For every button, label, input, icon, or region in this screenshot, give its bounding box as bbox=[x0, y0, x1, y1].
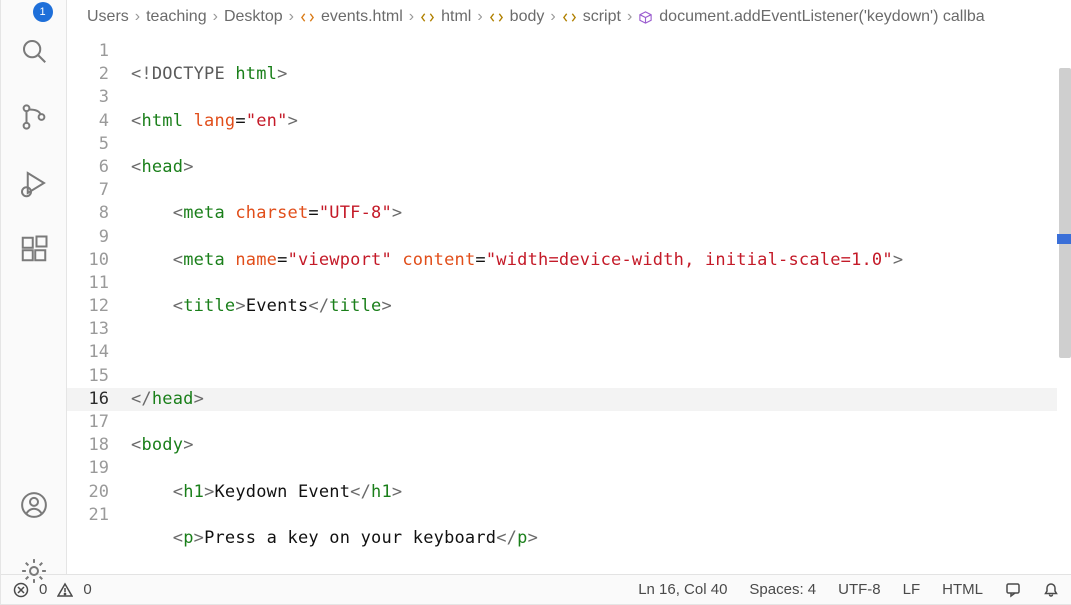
breadcrumb-seg[interactable]: html bbox=[441, 8, 471, 26]
status-eol[interactable]: LF bbox=[903, 581, 921, 598]
status-indentation[interactable]: Spaces: 4 bbox=[749, 581, 816, 598]
code-file-icon bbox=[300, 10, 315, 25]
breadcrumb-seg[interactable]: script bbox=[583, 8, 621, 26]
settings-gear-icon[interactable] bbox=[1, 538, 67, 604]
extensions-icon[interactable] bbox=[1, 216, 67, 282]
code-editor[interactable]: 123456789101112131415161718192021 <!DOCT… bbox=[67, 34, 1071, 574]
chevron-right-icon: › bbox=[550, 8, 555, 26]
chevron-right-icon: › bbox=[627, 8, 632, 26]
editor-main: Users › teaching › Desktop › events.html… bbox=[67, 0, 1071, 574]
status-language[interactable]: HTML bbox=[942, 581, 983, 598]
symbol-icon bbox=[420, 10, 435, 25]
chevron-right-icon: › bbox=[135, 8, 140, 26]
line-number-gutter: 123456789101112131415161718192021 bbox=[67, 34, 131, 574]
status-bar: 0 0 Ln 16, Col 40 Spaces: 4 UTF-8 LF HTM… bbox=[1, 574, 1071, 604]
chevron-right-icon: › bbox=[289, 8, 294, 26]
breadcrumb-seg[interactable]: body bbox=[510, 8, 545, 26]
status-warnings[interactable]: 0 bbox=[83, 581, 91, 598]
symbol-icon bbox=[489, 10, 504, 25]
status-encoding[interactable]: UTF-8 bbox=[838, 581, 881, 598]
breadcrumb[interactable]: Users › teaching › Desktop › events.html… bbox=[67, 0, 1071, 34]
breadcrumb-seg[interactable]: Users bbox=[87, 8, 129, 26]
breadcrumb-seg[interactable]: document.addEventListener('keydown') cal… bbox=[659, 8, 984, 26]
source-control-icon[interactable] bbox=[1, 84, 67, 150]
search-icon[interactable] bbox=[1, 18, 67, 84]
feedback-icon[interactable] bbox=[1005, 582, 1021, 598]
symbol-icon bbox=[562, 10, 577, 25]
code-content[interactable]: <!DOCTYPE html> <html lang="en"> <head> … bbox=[131, 34, 1071, 574]
activity-bar: 1 bbox=[1, 0, 67, 604]
app-root: 1 Users bbox=[0, 0, 1071, 605]
run-debug-icon[interactable] bbox=[1, 150, 67, 216]
breadcrumb-seg[interactable]: Desktop bbox=[224, 8, 283, 26]
breadcrumb-seg[interactable]: teaching bbox=[146, 8, 207, 26]
overview-ruler-mark bbox=[1057, 234, 1071, 244]
notifications-bell-icon[interactable] bbox=[1043, 582, 1059, 598]
chevron-right-icon: › bbox=[477, 8, 482, 26]
breadcrumb-seg[interactable]: events.html bbox=[321, 8, 403, 26]
chevron-right-icon: › bbox=[409, 8, 414, 26]
cube-icon bbox=[638, 10, 653, 25]
chevron-right-icon: › bbox=[213, 8, 218, 26]
account-icon[interactable] bbox=[1, 472, 67, 538]
status-cursor-position[interactable]: Ln 16, Col 40 bbox=[638, 581, 727, 598]
